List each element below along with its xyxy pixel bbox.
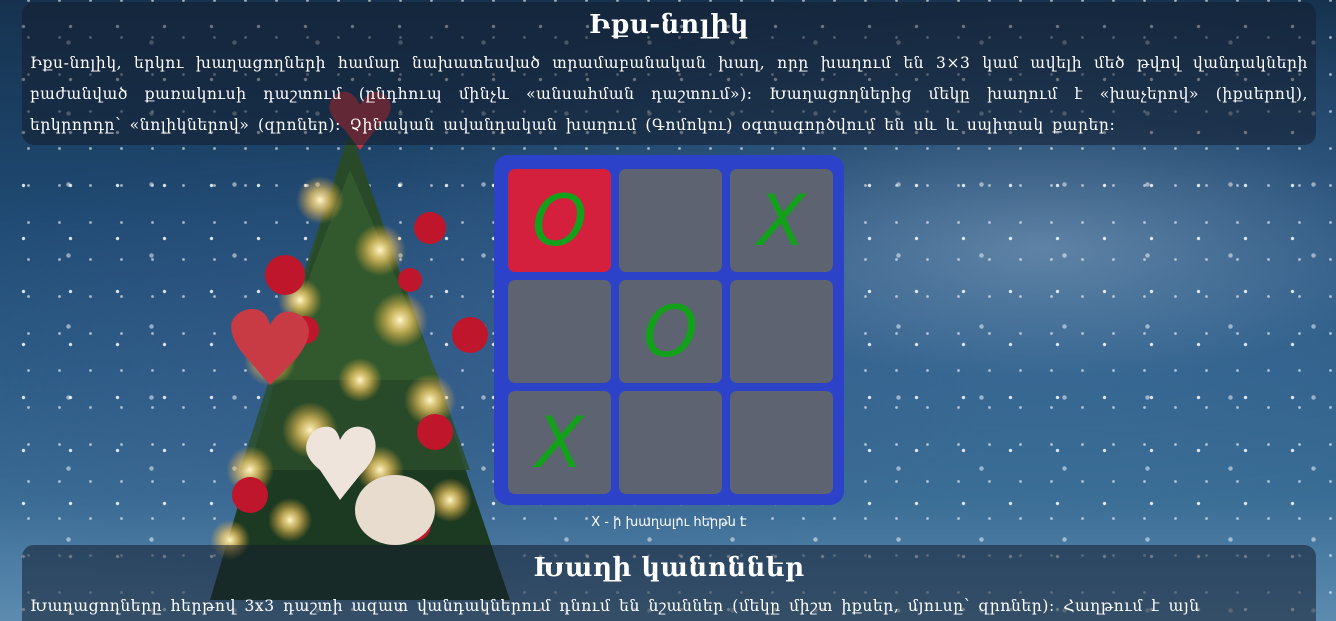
rules-title: Խաղի կանոններ [533,553,805,583]
board-cell[interactable] [619,169,722,272]
rules-text: Խաղացողները հերթով 3x3 դաշտի ազատ վանդակ… [30,597,1200,615]
board-cell[interactable] [619,391,722,494]
page-title: Իքս-նոլիկ [589,10,749,40]
board-cell[interactable] [730,391,833,494]
board-cell[interactable]: O [508,169,611,272]
board-cell[interactable]: O [619,280,722,383]
board-cell[interactable] [730,280,833,383]
board-cell[interactable]: X [508,391,611,494]
board-cell[interactable] [508,280,611,383]
intro-panel: Իքս-նոլիկ Իքս-նոլիկ, երկու խաղացողների հ… [22,2,1316,145]
intro-text: Իքս-նոլիկ, երկու խաղացողների համար նախատ… [30,54,1308,134]
turn-status: X - ի խաղալու հերթն է [591,515,747,530]
rules-panel: Խաղի կանոններ Խաղացողները հերթով 3x3 դաշ… [22,545,1316,621]
board-cell[interactable]: X [730,169,833,272]
game-board: O X O X [494,155,844,505]
